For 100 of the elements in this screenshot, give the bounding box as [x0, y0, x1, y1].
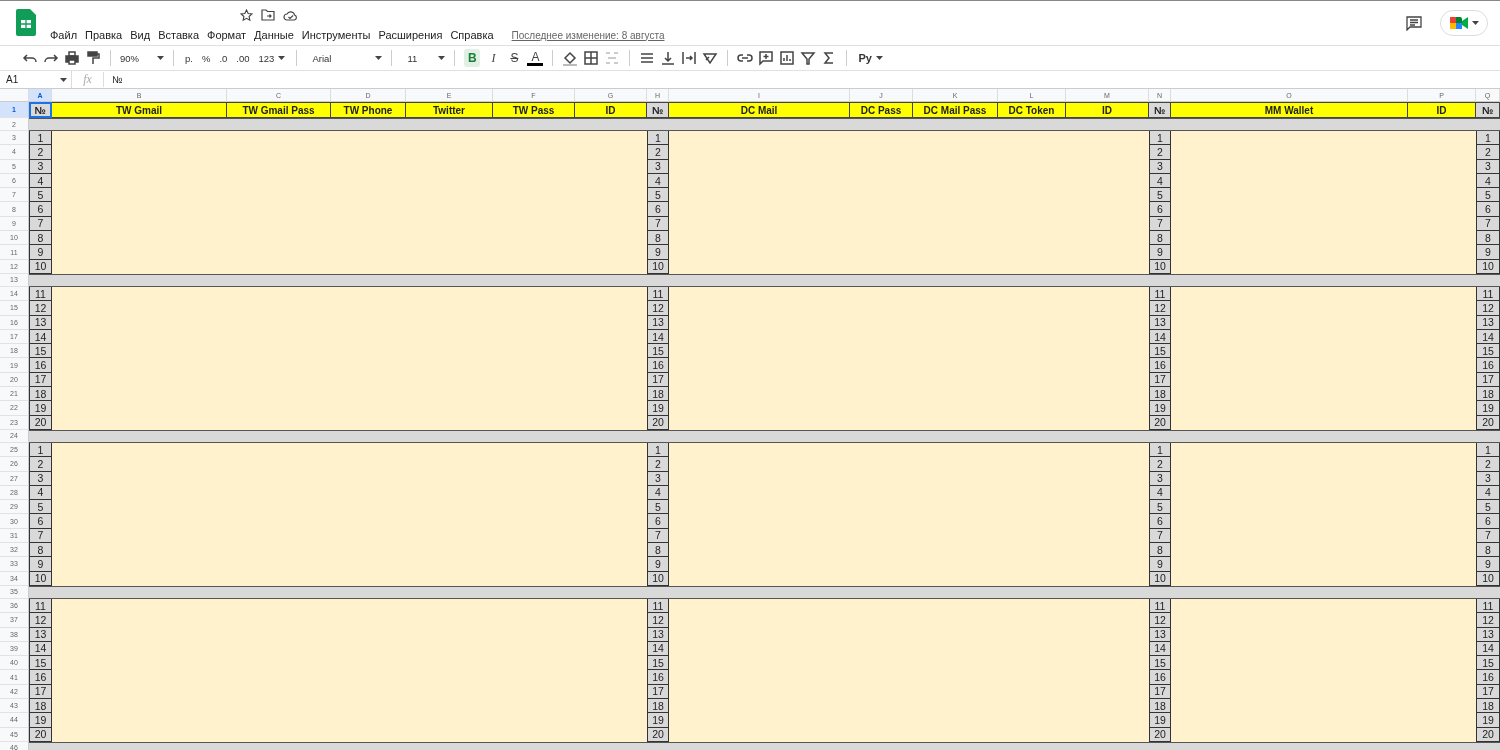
table-header-cell: DC Mail: [669, 102, 850, 118]
merge-cells-icon[interactable]: [604, 50, 621, 66]
menu-item[interactable]: Справка: [450, 29, 499, 41]
star-icon[interactable]: [240, 8, 253, 22]
menu-item[interactable]: Вид: [130, 29, 156, 41]
table-cell: 6: [29, 202, 52, 217]
input-tools-button[interactable]: Ру: [856, 52, 885, 64]
table-cell: 15: [1149, 344, 1171, 359]
table-header-cell: TW Pass: [493, 102, 575, 118]
table-header-cell: Twitter: [406, 102, 493, 118]
table-cell: 6: [1476, 202, 1500, 217]
menu-item[interactable]: Файл: [50, 29, 83, 41]
sheets-logo[interactable]: [16, 9, 36, 36]
increase-decimal-button[interactable]: .00: [234, 52, 252, 64]
currency-button[interactable]: р.: [183, 52, 195, 64]
menu-item[interactable]: Расширения: [378, 29, 448, 41]
table-cell: 9: [647, 557, 669, 572]
table-cell: 16: [647, 670, 669, 685]
table-cell: 5: [1149, 188, 1171, 203]
table-cell: 12: [647, 613, 669, 628]
table-header-cell: MM Wallet: [1171, 102, 1408, 118]
paint-bucket-icon[interactable]: [562, 50, 579, 66]
table-cell: 18: [1476, 387, 1500, 402]
formula-input[interactable]: №: [104, 74, 123, 85]
table-cell: 19: [1149, 401, 1171, 416]
table-cell: 15: [29, 344, 52, 359]
table-cell: 2: [1149, 145, 1171, 160]
italic-button[interactable]: I: [485, 49, 502, 67]
table-cell: 1: [647, 131, 669, 146]
table-header-cell: №: [647, 102, 669, 118]
add-comment-icon[interactable]: [758, 50, 775, 66]
meet-button[interactable]: [1440, 10, 1488, 36]
vertical-align-icon[interactable]: [660, 50, 677, 66]
table-cell: 8: [1476, 543, 1500, 558]
table-cell: 12: [1149, 613, 1171, 628]
table-cell: 9: [29, 557, 52, 572]
percent-button[interactable]: %: [199, 52, 213, 64]
table-cell: 8: [1149, 231, 1171, 246]
table-header-cell: ID: [575, 102, 647, 118]
menu-item[interactable]: Вставка: [158, 29, 204, 41]
table-header-cell: DC Mail Pass: [913, 102, 998, 118]
bold-button[interactable]: B: [464, 49, 481, 67]
table-cell: 19: [1476, 401, 1500, 416]
folder-icon[interactable]: [261, 9, 275, 21]
menu-item[interactable]: Формат: [207, 29, 252, 41]
borders-icon[interactable]: [583, 50, 600, 66]
table-header-cell: DC Pass: [850, 102, 913, 118]
table-cell: 8: [647, 543, 669, 558]
strikethrough-button[interactable]: S: [506, 49, 523, 67]
table-header-cell: ID: [1066, 102, 1149, 118]
decrease-decimal-button[interactable]: .0: [217, 52, 230, 64]
table-cell: 6: [647, 202, 669, 217]
table-cell: 12: [1149, 301, 1171, 316]
font-size-dropdown[interactable]: 11: [407, 52, 446, 64]
table-cell: 12: [1476, 613, 1500, 628]
table-cell: 19: [1149, 713, 1171, 728]
caret-icon: [375, 56, 383, 60]
zoom-dropdown[interactable]: 90%: [120, 52, 164, 64]
caret-icon: [278, 56, 286, 60]
function-label: fx: [72, 72, 104, 87]
paint-roller-icon[interactable]: [85, 50, 101, 66]
font-dropdown[interactable]: Arial: [312, 52, 383, 64]
filter-icon[interactable]: [800, 50, 817, 66]
table-cell: 6: [647, 514, 669, 529]
table-cell: 6: [1149, 202, 1171, 217]
menu-item[interactable]: Инструменты: [301, 29, 376, 41]
table-cell: 5: [29, 500, 52, 515]
table-cell: 19: [1476, 713, 1500, 728]
table-cell: 15: [1476, 344, 1500, 359]
table-cell: 16: [29, 358, 52, 373]
table-cell: 19: [29, 713, 52, 728]
table-cell: 2: [647, 145, 669, 160]
text-color-button[interactable]: A: [527, 50, 544, 66]
align-icon[interactable]: [639, 50, 656, 66]
table-cell: 8: [29, 231, 52, 246]
table-cell: 16: [1149, 358, 1171, 373]
table-cell: 18: [647, 387, 669, 402]
print-icon[interactable]: [64, 50, 80, 66]
table-cell: 8: [29, 543, 52, 558]
name-box[interactable]: A1: [0, 71, 72, 88]
table-cell: 15: [647, 344, 669, 359]
menu-item[interactable]: Данные: [254, 29, 299, 41]
table-cell: 2: [1476, 145, 1500, 160]
text-wrap-icon[interactable]: [681, 50, 698, 66]
cloud-icon[interactable]: [283, 9, 298, 21]
table-cell: 6: [1149, 514, 1171, 529]
text-rotation-icon[interactable]: [702, 50, 719, 66]
table-cell: 1: [1476, 131, 1500, 146]
table-header-cell: №: [29, 102, 52, 118]
table-cell: 1: [1149, 131, 1171, 146]
chart-icon[interactable]: [779, 50, 796, 66]
table-header-cell: TW Phone: [331, 102, 406, 118]
number-format-dropdown[interactable]: 123: [256, 52, 288, 64]
table-cell: 15: [29, 656, 52, 671]
table-cell: 5: [1149, 500, 1171, 515]
last-edit-link[interactable]: Последнее изменение: 8 августа: [511, 29, 665, 41]
menu-item[interactable]: Правка: [85, 29, 128, 41]
table-cell: 2: [647, 457, 669, 472]
table-cell: 1: [29, 131, 52, 146]
comment-icon[interactable]: [1406, 15, 1422, 31]
